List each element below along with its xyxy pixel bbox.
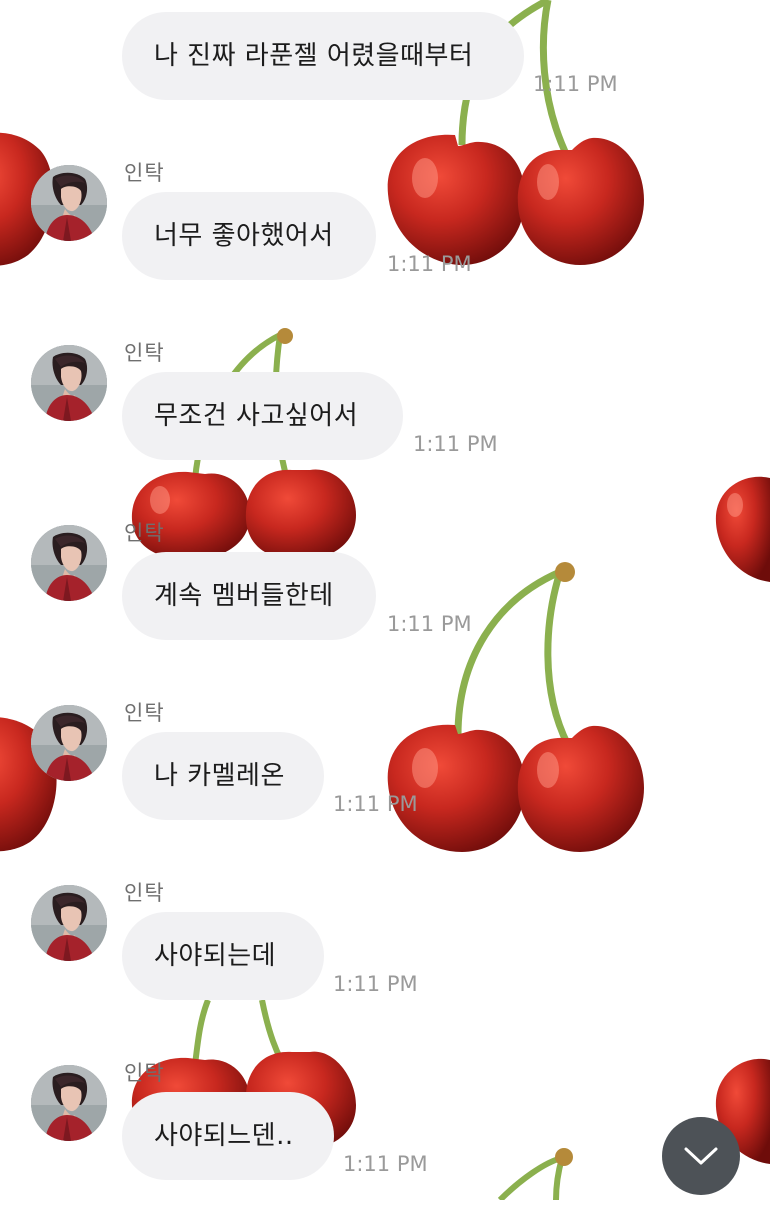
message-row: 인탁너무 좋아했어서 1:11 PM — [0, 160, 770, 320]
message-timestamp: 1:11 PM — [533, 72, 618, 96]
message-row: 인탁나 카멜레온 1:11 PM — [0, 700, 770, 860]
message-bubble[interactable]: 나 진짜 라푼젤 어렸을때부터 — [122, 12, 524, 100]
message-timestamp: 1:11 PM — [387, 252, 472, 276]
message-bubble[interactable]: 사야되느덴.. — [122, 1092, 334, 1180]
message-timestamp: 1:11 PM — [333, 792, 418, 816]
message-row: 인탁사야되느덴.. 1:11 PM — [0, 1060, 770, 1220]
sender-name: 인탁 — [124, 881, 165, 905]
message-bubble[interactable]: 사야되는데 — [122, 912, 324, 1000]
message-row: 인탁사야되는데 1:11 PM — [0, 880, 770, 1040]
message-timestamp: 1:11 PM — [413, 432, 498, 456]
sender-name: 인탁 — [124, 701, 165, 725]
avatar[interactable] — [31, 165, 107, 241]
sender-name: 인탁 — [124, 161, 165, 185]
sender-name: 인탁 — [124, 341, 165, 365]
avatar[interactable] — [31, 885, 107, 961]
sender-name: 인탁 — [124, 521, 165, 545]
message-timestamp: 1:11 PM — [343, 1152, 428, 1176]
sender-name: 인탁 — [124, 1061, 165, 1085]
avatar[interactable] — [31, 345, 107, 421]
message-row: 인탁계속 멤버들한테 1:11 PM — [0, 520, 770, 680]
message-bubble[interactable]: 계속 멤버들한테 — [122, 552, 376, 640]
message-bubble[interactable]: 너무 좋아했어서 — [122, 192, 376, 280]
scroll-to-bottom-button[interactable] — [662, 1117, 740, 1195]
message-bubble[interactable]: 나 카멜레온 — [122, 732, 324, 820]
avatar[interactable] — [31, 525, 107, 601]
message-row: 나 진짜 라푼젤 어렸을때부터 1:11 PM — [0, 0, 770, 140]
avatar[interactable] — [31, 705, 107, 781]
avatar[interactable] — [31, 1065, 107, 1141]
message-bubble[interactable]: 무조건 사고싶어서 — [122, 372, 403, 460]
message-row: 인탁무조건 사고싶어서 1:11 PM — [0, 340, 770, 500]
chevron-down-icon — [684, 1147, 718, 1165]
message-timestamp: 1:11 PM — [387, 612, 472, 636]
message-timestamp: 1:11 PM — [333, 972, 418, 996]
